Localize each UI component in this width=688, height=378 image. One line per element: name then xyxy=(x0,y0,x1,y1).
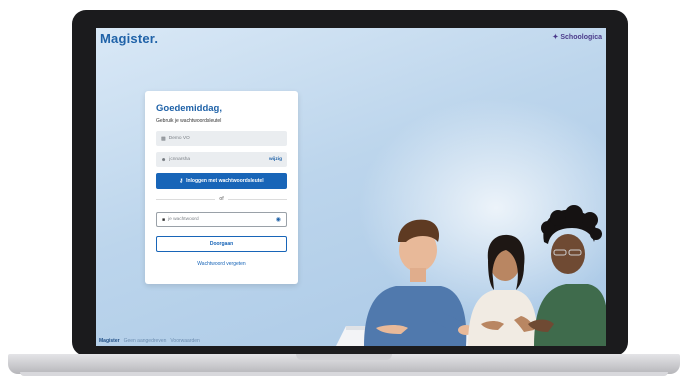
key-icon: ⚷ xyxy=(179,178,184,184)
footer-link-2[interactable]: Voorwaarden xyxy=(170,338,199,344)
continue-button[interactable]: Doorgaan xyxy=(156,236,287,252)
forgot-password-link[interactable]: Wachtwoord vergeten xyxy=(156,261,287,267)
magister-logo: Magister. xyxy=(100,31,159,46)
school-field[interactable]: ▩ Demo VO xyxy=(156,131,287,146)
divider-line-right xyxy=(227,198,288,200)
divider-label: of xyxy=(219,196,224,202)
school-value: Demo VO xyxy=(168,136,190,141)
password-placeholder: je wachtwoord xyxy=(168,217,199,222)
laptop-base-shadow xyxy=(20,372,668,376)
login-card: Goedemiddag, Gebruik je wachtwoordsleute… xyxy=(145,91,298,284)
footer: Magister Geen aangedreven Voorwaarden xyxy=(99,338,200,344)
partner-name: Schoologica xyxy=(560,33,602,41)
footer-brand: Magister xyxy=(99,338,120,344)
laptop-notch xyxy=(296,354,392,360)
username-field[interactable]: ☻ jcnnarsha wijzig xyxy=(156,152,287,167)
laptop-mockup: Magister. ✦ Schoologica Goedemiddag, Geb… xyxy=(0,0,688,378)
school-icon: ▩ xyxy=(161,135,166,142)
lock-icon: ■ xyxy=(162,216,166,223)
passkey-login-button[interactable]: ⚷ Inloggen met wachtwoordsleutel xyxy=(156,173,287,189)
login-subtitle: Gebruik je wachtwoordsleutel xyxy=(156,118,222,124)
partner-logo: ✦ Schoologica xyxy=(552,33,603,42)
change-username-link[interactable]: wijzig xyxy=(269,157,282,162)
footer-link-1[interactable]: Geen aangedreven xyxy=(124,338,167,344)
divider-line-left xyxy=(156,198,216,200)
password-field[interactable]: ■ je wachtwoord ◉ xyxy=(156,212,287,227)
username-value: jcnnarsha xyxy=(169,157,191,162)
eye-icon[interactable]: ◉ xyxy=(276,216,281,223)
or-divider: of xyxy=(156,195,288,203)
sparkle-icon: ✦ xyxy=(552,34,559,41)
passkey-button-label: Inloggen met wachtwoordsleutel xyxy=(186,178,264,184)
screen: Magister. ✦ Schoologica Goedemiddag, Geb… xyxy=(96,28,606,346)
greeting-title: Goedemiddag, xyxy=(156,103,222,114)
user-icon: ☻ xyxy=(161,156,167,163)
